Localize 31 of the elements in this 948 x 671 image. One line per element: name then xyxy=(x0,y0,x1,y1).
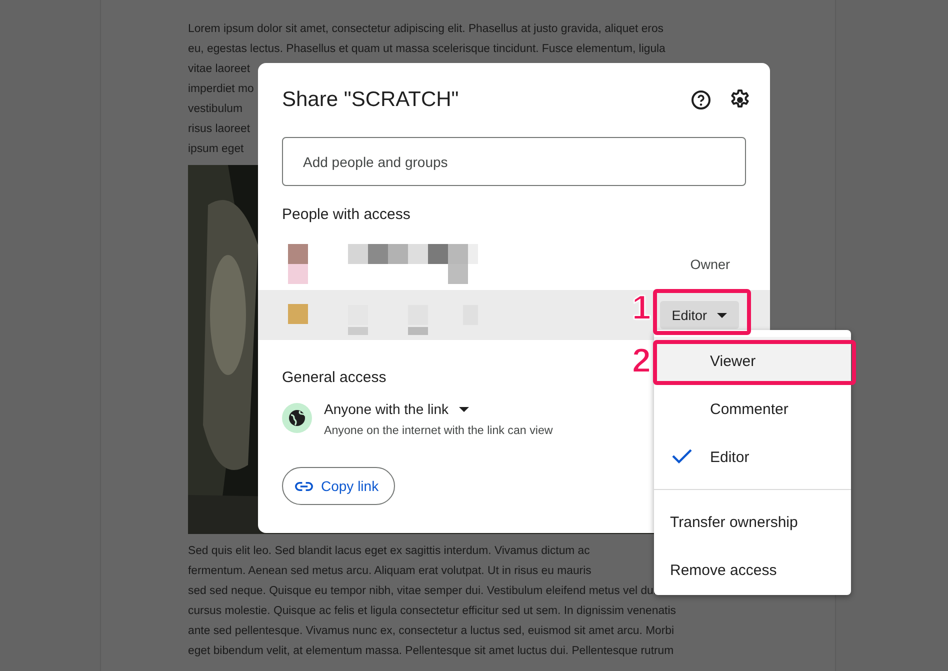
help-icon[interactable] xyxy=(689,88,713,112)
body-text: ante sed pellentesque. Vivamus nunc ex, consectetur a luctus sed, euismod sit amet arcu. Morbi xyxy=(188,624,674,639)
body-text: Sed quis elit leo. Sed blandit lacus eget ex sagittis interdum. Vivamus dictum ac xyxy=(188,544,590,559)
dialog-title: Share "SCRATCH" xyxy=(282,88,460,112)
menu-item[interactable]: Remove access xyxy=(654,546,851,594)
body-text: risus laoreet xyxy=(188,122,250,137)
section-heading: People with access xyxy=(282,205,410,225)
body-text: cursus molestie. Quisque ac felis et ligula consectetur efficitur sed ut sem. In dignissim venenatis xyxy=(188,604,676,619)
link-icon xyxy=(295,482,313,490)
access-dropdown[interactable]: Anyone with the link xyxy=(324,401,469,417)
body-text: imperdiet mo xyxy=(188,82,254,97)
body-text: vestibulum xyxy=(188,102,242,117)
section-heading: General access xyxy=(282,368,386,388)
body-text: eget bibendum velit, at elementum massa. Pellentesque sit amet luctus dui. Pellentesque rutrum xyxy=(188,644,674,659)
access-description: Anyone on the internet with the link can view xyxy=(324,424,553,437)
menu-item[interactable]: Transfer ownership xyxy=(654,498,851,546)
body-text: eu, egestas lectus. Phasellus et quam ut massa scelerisque tincidunt. Fusce elementum, ligula xyxy=(188,42,666,57)
menu-item[interactable]: Commenter xyxy=(654,385,851,433)
copy-link-button[interactable]: Copy link xyxy=(282,467,395,505)
add-people-field[interactable]: Add people and groups xyxy=(282,137,746,186)
body-text: vitae laoreet xyxy=(188,62,250,77)
body-text: ipsum eget xyxy=(188,142,244,157)
body-text: fermentum. Aenean sed metus arcu. Aliquam erat volutpat. Ut in risus eu mauris xyxy=(188,564,592,579)
body-text: Lorem ipsum dolor sit amet, consectetur adipiscing elit. Phasellus at justo gravida, aliquet eros xyxy=(188,22,664,37)
caret-icon xyxy=(717,312,727,318)
step-number: 1 xyxy=(632,291,651,325)
role-dropdown[interactable]: Editor xyxy=(660,301,739,329)
caret-icon xyxy=(458,406,469,412)
role-label: Owner xyxy=(690,256,730,272)
menu-item[interactable]: Editor xyxy=(654,433,851,481)
globe-icon xyxy=(282,403,312,433)
